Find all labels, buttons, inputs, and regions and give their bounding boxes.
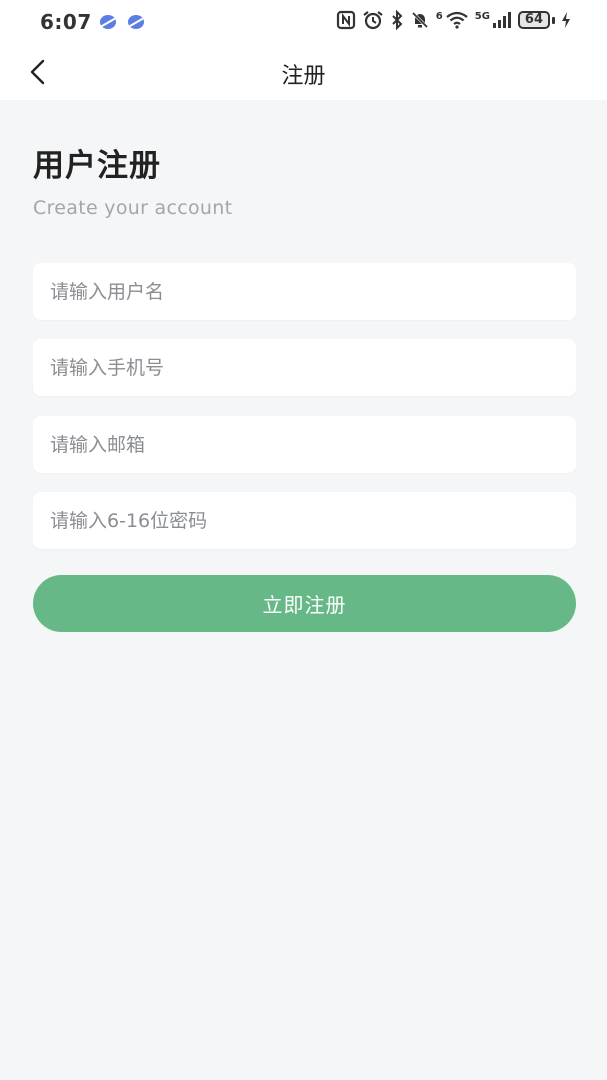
register-heading: 用户注册 <box>33 148 161 184</box>
page-title: 注册 <box>281 64 326 89</box>
email-input[interactable] <box>33 416 576 473</box>
bluetooth-icon <box>392 10 403 30</box>
status-bar: 6:07 6 5G 64 <box>0 0 607 44</box>
nfc-icon <box>336 10 355 30</box>
password-input[interactable] <box>33 492 576 549</box>
phone-field-container <box>33 339 576 396</box>
battery-cap <box>552 16 555 24</box>
signal-label: 5G <box>474 10 490 22</box>
battery-level: 64 <box>517 11 550 29</box>
status-indicators: 6 5G 64 <box>336 10 571 30</box>
battery-indicator: 64 <box>517 11 555 29</box>
wifi-label: 6 <box>435 10 443 22</box>
wifi-icon <box>446 11 468 29</box>
nav-bar: 注册 <box>0 44 607 100</box>
app-notification-icon <box>100 15 116 29</box>
username-input[interactable] <box>33 263 576 320</box>
register-subtitle: Create your account <box>33 197 233 219</box>
notification-icons <box>100 15 144 29</box>
alarm-icon <box>363 11 383 30</box>
email-field-container <box>33 416 576 473</box>
phone-input[interactable] <box>33 339 576 396</box>
charging-icon <box>562 12 570 28</box>
password-field-container <box>33 492 576 549</box>
status-time: 6:07 <box>40 10 92 34</box>
register-button[interactable]: 立即注册 <box>33 575 576 632</box>
username-field-container <box>33 263 576 320</box>
app-notification-icon <box>128 15 144 29</box>
signal-icon <box>492 12 511 28</box>
mute-icon <box>411 11 428 29</box>
